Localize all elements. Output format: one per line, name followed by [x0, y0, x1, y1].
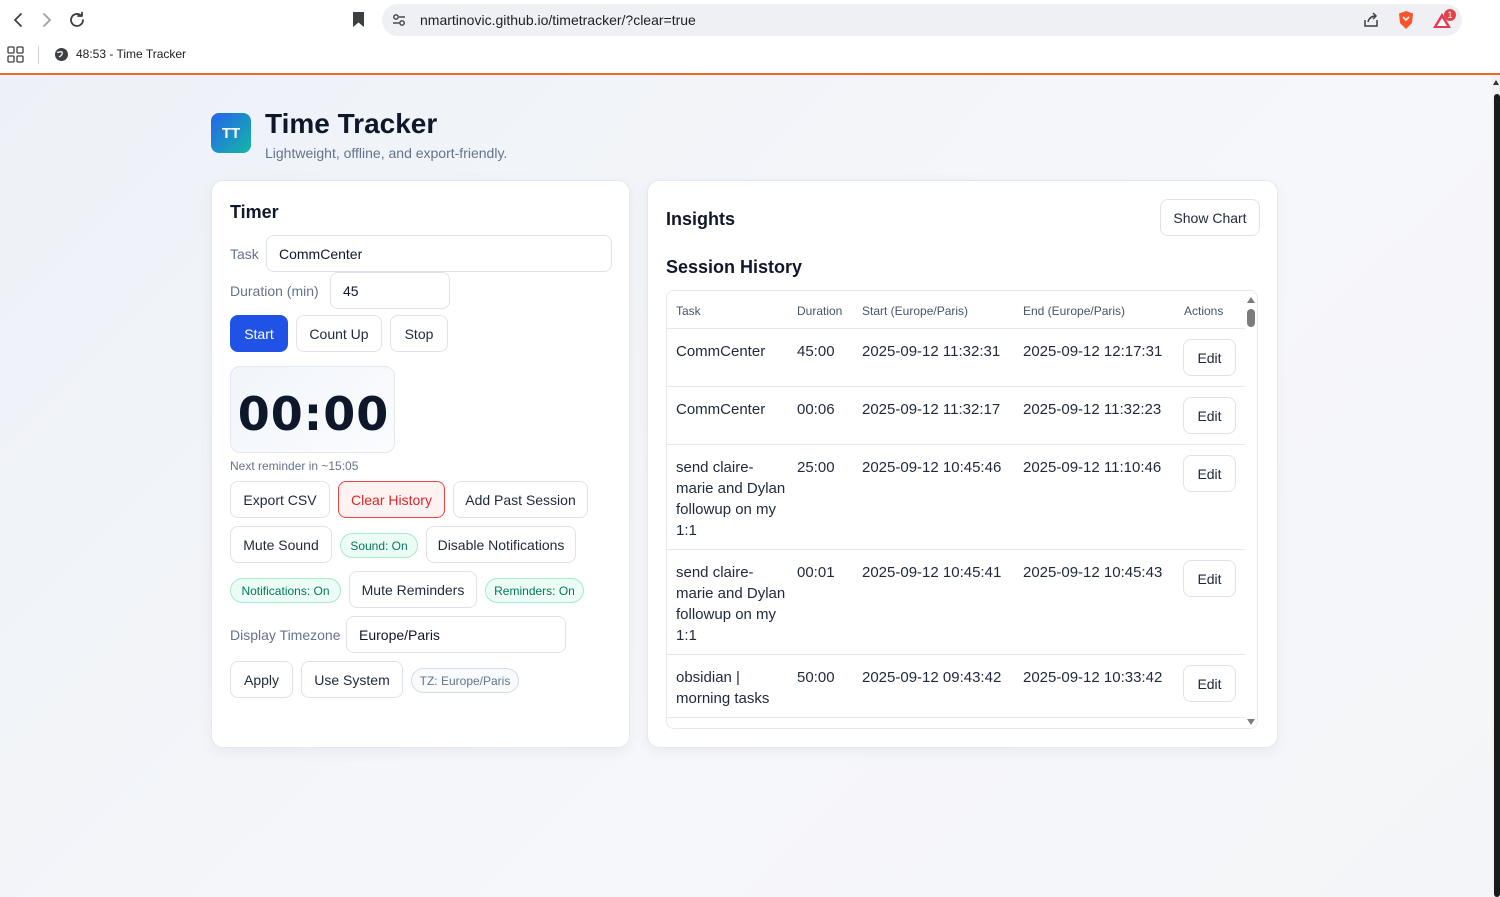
- table-row: send claire-marie and Dylan followup on …: [667, 550, 1245, 655]
- tab-title[interactable]: 48:53 - Time Tracker: [76, 47, 186, 61]
- clear-history-button[interactable]: Clear History: [338, 481, 445, 518]
- row-task: obsidian | morning tasks: [676, 669, 770, 707]
- brave-rewards-icon[interactable]: 1: [1432, 9, 1456, 36]
- notifications-status-badge: Notifications: On: [230, 578, 341, 603]
- notification-badge: 1: [1444, 9, 1456, 21]
- edit-session-button[interactable]: Edit: [1183, 397, 1236, 434]
- row-duration: 00:06: [797, 401, 835, 418]
- row-start: 2025-09-12 11:32:17: [862, 401, 1001, 418]
- table-scrollbar[interactable]: [1245, 291, 1257, 728]
- start-button[interactable]: Start: [230, 315, 288, 352]
- column-header-start: Start (Europe/Paris): [862, 304, 969, 318]
- table-row: CommCenter 00:06 2025-09-12 11:32:17 202…: [667, 387, 1245, 445]
- column-header-duration: Duration: [797, 304, 843, 318]
- app-logo: TT: [211, 113, 251, 153]
- column-header-end: End (Europe/Paris): [1023, 304, 1126, 318]
- row-task: send claire-marie and Dylan followup on …: [676, 564, 786, 644]
- edit-session-button[interactable]: Edit: [1183, 560, 1236, 597]
- row-end: 2025-09-12 12:17:31: [1023, 343, 1163, 360]
- forward-icon[interactable]: [36, 9, 58, 31]
- page-subtitle: Lightweight, offline, and export-friendl…: [265, 145, 508, 161]
- task-label: Task: [230, 246, 259, 262]
- tab-grid-icon[interactable]: [7, 46, 25, 69]
- table-scroll-thumb[interactable]: [1247, 309, 1255, 327]
- count-up-button[interactable]: Count Up: [296, 315, 382, 352]
- edit-session-button[interactable]: Edit: [1183, 665, 1236, 702]
- task-input[interactable]: [266, 235, 612, 272]
- timer-display: 00:00: [237, 387, 390, 441]
- duration-label: Duration (min): [230, 283, 319, 299]
- session-history-heading: Session History: [666, 257, 803, 277]
- duration-input[interactable]: [330, 272, 450, 309]
- back-icon[interactable]: [7, 9, 29, 31]
- row-end: 2025-09-12 11:32:23: [1023, 401, 1162, 418]
- site-settings-icon[interactable]: [391, 12, 407, 33]
- stop-button[interactable]: Stop: [390, 315, 448, 352]
- row-start: 2025-09-12 11:32:31: [862, 343, 1001, 360]
- scroll-up-arrow-icon[interactable]: [1493, 80, 1499, 85]
- insights-heading: Insights: [666, 209, 736, 229]
- row-task: CommCenter: [676, 343, 766, 360]
- row-task: CommCenter: [676, 401, 766, 418]
- add-past-session-button[interactable]: Add Past Session: [453, 481, 588, 518]
- timer-display-box: 00:00: [230, 366, 395, 453]
- use-system-timezone-button[interactable]: Use System: [301, 661, 403, 698]
- mute-reminders-button[interactable]: Mute Reminders: [349, 571, 477, 608]
- row-end: 2025-09-12 10:33:42: [1023, 669, 1163, 686]
- page-title: Time Tracker: [265, 108, 438, 139]
- address-bar[interactable]: nmartinovic.github.io/timetracker/?clear…: [382, 4, 1462, 36]
- timer-heading: Timer: [230, 202, 279, 222]
- brave-shield-icon[interactable]: [1397, 10, 1415, 35]
- table-row: obsidian | morning tasks 50:00 2025-09-1…: [667, 655, 1245, 718]
- export-csv-button[interactable]: Export CSV: [230, 481, 330, 518]
- row-duration: 45:00: [797, 343, 835, 360]
- row-start: 2025-09-12 10:45:41: [862, 564, 1002, 581]
- sound-status-badge: Sound: On: [340, 533, 418, 558]
- globe-icon: [54, 47, 69, 67]
- row-start: 2025-09-12 10:45:46: [862, 459, 1002, 476]
- page-scroll-thumb[interactable]: [1494, 94, 1500, 897]
- column-header-actions: Actions: [1184, 304, 1224, 318]
- next-reminder-text: Next reminder in ~15:05: [230, 459, 359, 473]
- row-end: 2025-09-12 10:45:43: [1023, 564, 1163, 581]
- session-history-table[interactable]: Task Duration Start (Europe/Paris) End (…: [666, 290, 1258, 729]
- row-end: 2025-09-12 11:10:46: [1023, 459, 1162, 476]
- row-duration: 25:00: [797, 459, 835, 476]
- row-task: send claire-marie and Dylan followup on …: [676, 459, 786, 539]
- column-header-task: Task: [676, 304, 701, 318]
- mute-sound-button[interactable]: Mute Sound: [230, 526, 332, 563]
- table-row: send claire-marie and Dylan followup on …: [667, 445, 1245, 550]
- row-duration: 50:00: [797, 669, 835, 686]
- reminders-status-badge: Reminders: On: [485, 578, 584, 603]
- show-chart-button[interactable]: Show Chart: [1160, 199, 1260, 236]
- row-duration: 00:01: [797, 564, 835, 581]
- timezone-input[interactable]: [346, 616, 566, 653]
- table-scroll-up-icon[interactable]: [1247, 297, 1255, 303]
- timezone-status-badge: TZ: Europe/Paris: [411, 668, 519, 693]
- table-scroll-down-icon[interactable]: [1247, 719, 1255, 725]
- table-row: CommCenter 45:00 2025-09-12 11:32:31 202…: [667, 329, 1245, 387]
- edit-session-button[interactable]: Edit: [1183, 455, 1236, 492]
- browser-chrome: nmartinovic.github.io/timetracker/?clear…: [0, 0, 1500, 75]
- url-text[interactable]: nmartinovic.github.io/timetracker/?clear…: [420, 12, 696, 28]
- apply-timezone-button[interactable]: Apply: [230, 661, 293, 698]
- tab-separator: [38, 46, 39, 64]
- timezone-label: Display Timezone: [230, 627, 341, 643]
- row-start: 2025-09-12 09:43:42: [862, 669, 1002, 686]
- share-icon[interactable]: [1362, 11, 1380, 34]
- edit-session-button[interactable]: Edit: [1183, 339, 1236, 376]
- disable-notifications-button[interactable]: Disable Notifications: [426, 526, 576, 563]
- reload-icon[interactable]: [66, 9, 88, 31]
- bookmark-icon[interactable]: [352, 11, 365, 33]
